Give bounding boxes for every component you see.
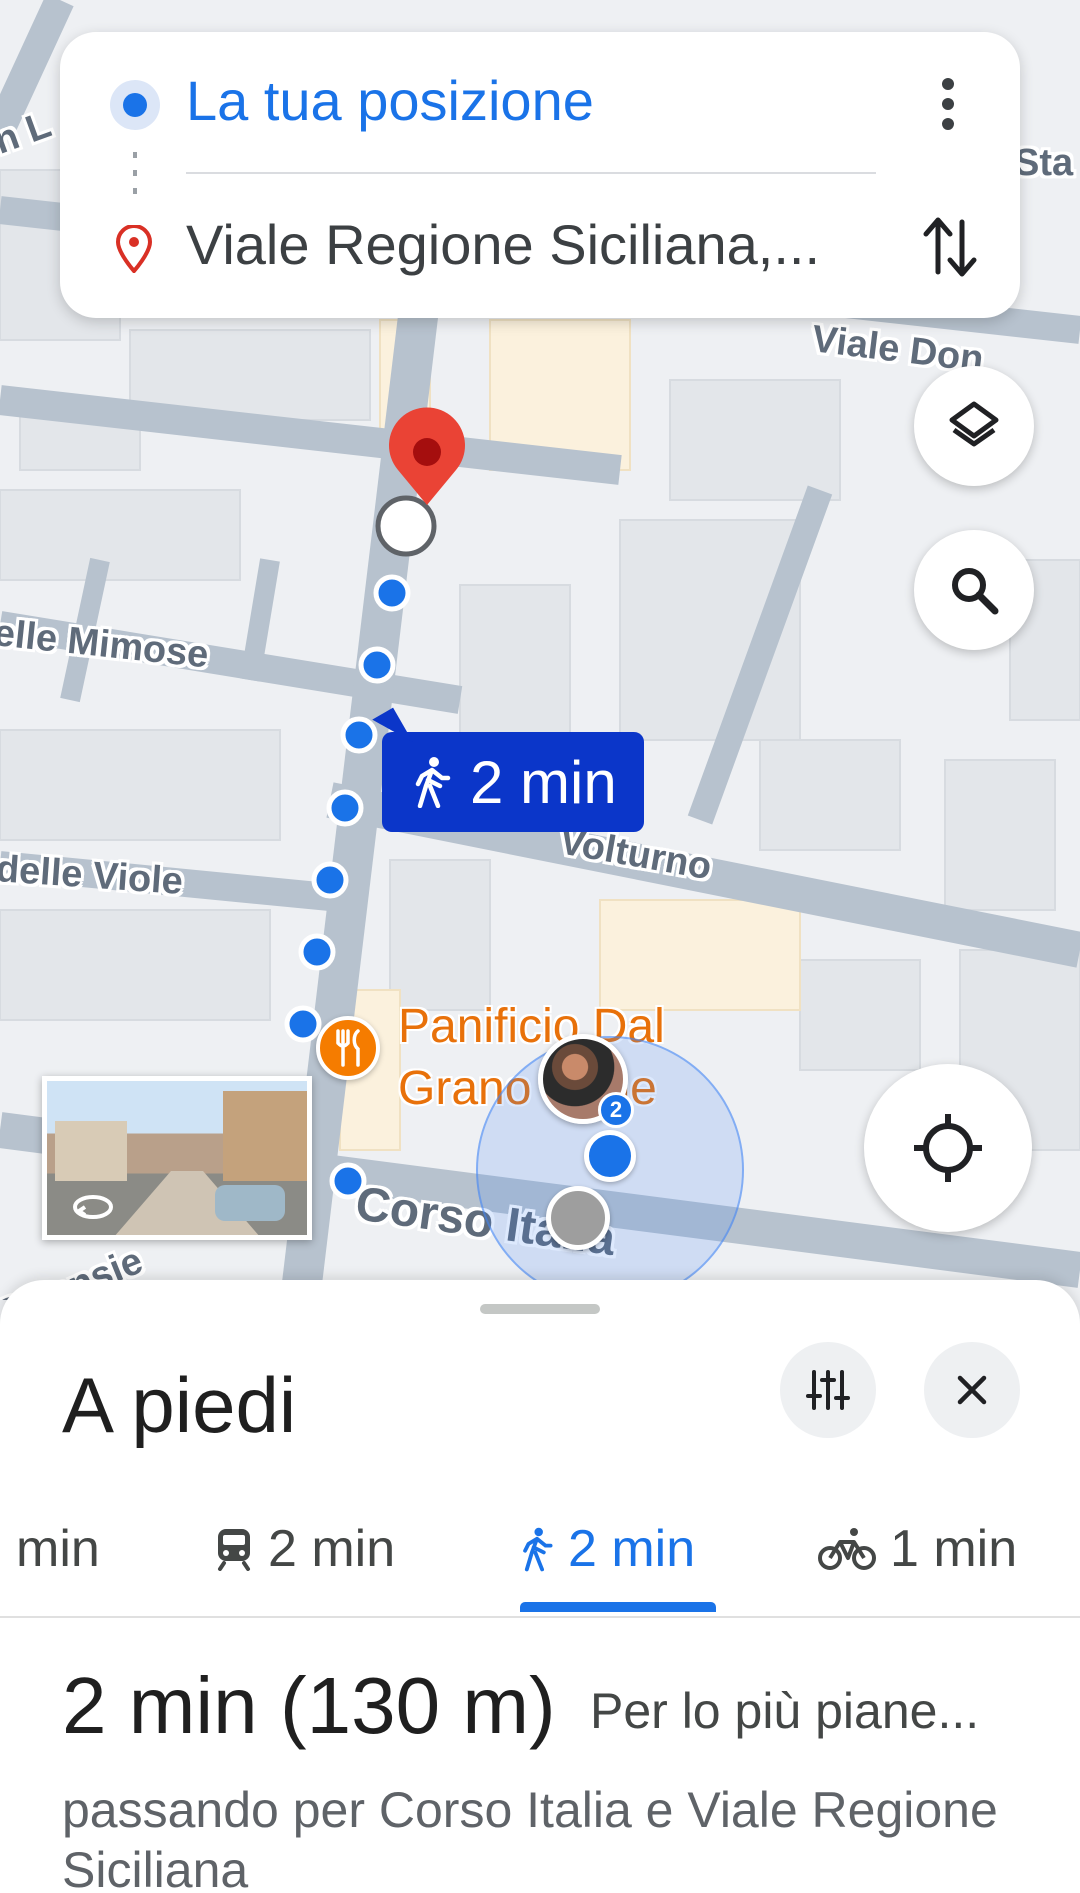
swap-icon[interactable] <box>920 212 980 282</box>
destination-pin-icon <box>115 225 153 273</box>
route-duration: 2 min <box>62 1661 258 1750</box>
restaurant-icon[interactable] <box>316 1016 380 1080</box>
origin-dot-icon <box>110 80 160 130</box>
street-view-building <box>223 1091 307 1181</box>
close-button[interactable] <box>924 1342 1020 1438</box>
street-label-sta: Sta <box>1014 142 1074 184</box>
route-terrain: Per lo più piane... <box>590 1683 980 1739</box>
rotate-360-icon <box>73 1195 113 1219</box>
layers-button[interactable] <box>914 366 1034 486</box>
tab-drive[interactable]: min <box>16 1480 100 1618</box>
route-via: passando per Corso Italia e Viale Region… <box>62 1782 998 1893</box>
route-options-button[interactable] <box>780 1342 876 1438</box>
my-location-button[interactable] <box>864 1064 1032 1232</box>
tab-transit[interactable]: 2 min <box>214 1480 395 1618</box>
route-card: La tua posizione Viale Regione Siciliana… <box>60 32 1020 318</box>
directions-sheet: A piedi min 2 min 2 min 1 min 2 min (130… <box>0 1280 1080 1893</box>
tab-transit-label: 2 min <box>268 1520 396 1578</box>
walk-icon <box>415 757 451 808</box>
card-divider <box>186 172 876 174</box>
train-icon <box>218 1529 250 1571</box>
travel-mode-tabs: min 2 min 2 min 1 min <box>0 1480 1080 1618</box>
street-view-marker <box>546 1186 610 1250</box>
sheet-title: A piedi <box>62 1361 297 1449</box>
search-icon <box>952 568 999 615</box>
tab-bike-label: 1 min <box>890 1520 1018 1578</box>
map-view[interactable]: Viale Don elle Mimose delle Viole Voltur… <box>0 0 1080 1300</box>
route-distance: (130 m) <box>280 1661 556 1750</box>
origin-field[interactable]: La tua posizione <box>186 68 594 133</box>
bike-icon <box>818 1528 876 1570</box>
walk-icon <box>523 1527 553 1572</box>
active-tab-indicator <box>520 1602 716 1612</box>
search-along-route-button[interactable] <box>914 530 1034 650</box>
tune-icon <box>806 1370 850 1410</box>
tab-walk-label: 2 min <box>568 1520 696 1578</box>
street-view-car <box>215 1185 285 1221</box>
close-icon <box>957 1375 987 1405</box>
travel-time-text: 2 min <box>470 748 617 816</box>
crosshair-icon <box>914 1114 982 1182</box>
street-view-thumbnail[interactable] <box>42 1076 312 1240</box>
tab-drive-label: min <box>16 1520 100 1578</box>
tab-bike[interactable]: 1 min <box>818 1480 1017 1618</box>
route-connector <box>133 152 137 200</box>
avatar-count-badge: 2 <box>598 1092 634 1128</box>
user-location-dot <box>584 1130 636 1182</box>
more-vert-icon[interactable] <box>928 76 968 132</box>
layers-icon <box>949 401 999 447</box>
drag-handle[interactable] <box>480 1304 600 1314</box>
travel-time-bubble[interactable]: 2 min <box>354 707 644 832</box>
tab-walk[interactable]: 2 min <box>520 1480 695 1618</box>
street-view-building <box>55 1121 127 1181</box>
destination-field[interactable]: Viale Regione Siciliana,... <box>186 212 866 277</box>
